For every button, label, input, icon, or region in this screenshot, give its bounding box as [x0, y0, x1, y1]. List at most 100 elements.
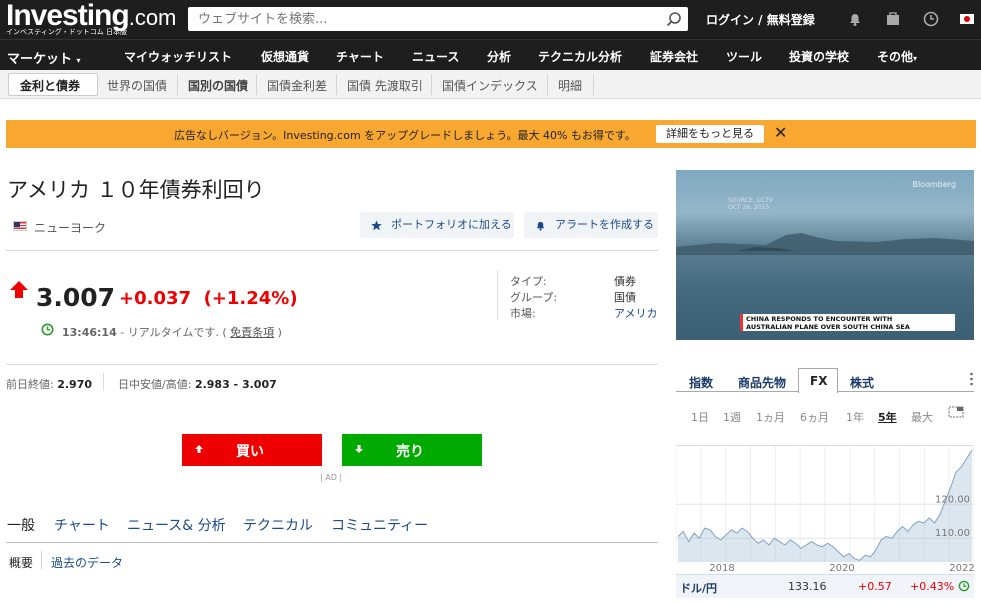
- nav-markets[interactable]: マーケット ▾: [7, 48, 81, 67]
- nav-tools[interactable]: ツール: [726, 48, 762, 65]
- close-icon[interactable]: ✕: [774, 123, 787, 142]
- divider: [6, 364, 658, 365]
- range-6m[interactable]: 6ヵ月: [800, 409, 829, 425]
- nav-analysis[interactable]: 分析: [487, 48, 511, 65]
- meta-market-link[interactable]: アメリカ: [614, 305, 657, 321]
- video-caption: CHINA RESPONDS TO ENCOUNTER WITH AUSTRALI…: [740, 314, 955, 331]
- divider: [6, 542, 658, 543]
- subnav-bond-indices[interactable]: 国債インデックス: [442, 77, 538, 94]
- video-player[interactable]: Bloomberg SOURCE: CCTV OCT 26, 2015 CHINA…: [676, 170, 974, 340]
- realtime-status: 13:46:14 - リアルタイムです. ( 免責条項 ): [62, 326, 282, 339]
- nav-brokers[interactable]: 証券会社: [650, 48, 698, 65]
- page-title: アメリカ １０年債券利回り: [7, 178, 265, 202]
- exchange-location: ニューヨーク: [34, 221, 107, 235]
- search-input[interactable]: [188, 7, 648, 31]
- divider: [177, 74, 178, 95]
- subnav-rates-bonds[interactable]: 金利と債券: [20, 77, 80, 94]
- fx-chart[interactable]: 110.00 120.00 2018 2020 2022: [676, 446, 974, 574]
- meta-market-label: 市場:: [510, 307, 536, 320]
- wtab-commodities[interactable]: 商品先物: [738, 374, 786, 391]
- divider: [6, 250, 658, 251]
- add-portfolio-button[interactable]: ポートフォリオに加える: [360, 212, 514, 238]
- range-1d[interactable]: 1日: [691, 409, 709, 425]
- subnav-world-bonds[interactable]: 世界の国債: [107, 77, 167, 94]
- subnav-bond-futures[interactable]: 国債 先渡取引: [347, 77, 423, 94]
- create-alert-button[interactable]: アラートを作成する: [524, 212, 658, 238]
- star-icon: [371, 220, 382, 231]
- x-tick-label: 2018: [709, 563, 734, 574]
- meta-group-label: グループ:: [510, 291, 558, 304]
- divider: [593, 74, 594, 95]
- range-1y[interactable]: 1年: [846, 409, 864, 425]
- divider: [336, 74, 337, 95]
- markets-widget-tabs: 指数 商品先物 FX 株式: [676, 366, 974, 393]
- bell-icon[interactable]: [846, 10, 864, 28]
- divider: [497, 270, 498, 320]
- more-options-icon[interactable]: [970, 372, 973, 386]
- last-price: 3.007: [36, 283, 116, 312]
- learn-more-button[interactable]: 詳細をもっと見る: [656, 125, 764, 143]
- ad-label: | AD |: [320, 473, 343, 482]
- portfolio-icon[interactable]: [884, 10, 902, 28]
- meta-group-value: 国債: [614, 291, 636, 304]
- quote-change-pct: +0.43%: [910, 580, 955, 593]
- subnav-details[interactable]: 明細: [558, 77, 582, 94]
- meta-type-value: 債券: [614, 275, 636, 288]
- range-1w[interactable]: 1週: [723, 409, 741, 425]
- search-icon[interactable]: [666, 11, 682, 27]
- price-stats: 前日終値: 2.970 日中安値/高値: 2.983 - 3.007: [6, 378, 277, 391]
- tab-technical[interactable]: テクニカル: [243, 515, 313, 535]
- fullscreen-icon[interactable]: [948, 406, 964, 418]
- clock-icon: [41, 323, 54, 336]
- buy-button[interactable]: 買い: [182, 434, 322, 466]
- tab-community[interactable]: コミュニティー: [331, 515, 428, 535]
- top-bar: Investing.com インベスティング・ドットコム 日本版 ログイン / …: [0, 0, 981, 39]
- tab-general[interactable]: 一般: [7, 515, 35, 535]
- sell-button[interactable]: 売り: [342, 434, 482, 466]
- search-box[interactable]: [188, 7, 688, 31]
- tab-chart[interactable]: チャート: [54, 515, 110, 535]
- clock-icon[interactable]: [922, 10, 940, 28]
- japan-flag-icon[interactable]: [960, 12, 974, 26]
- chevron-down-icon: ▾: [913, 54, 918, 63]
- quote-name[interactable]: ドル/円: [680, 580, 717, 596]
- login-link[interactable]: ログイン / 無料登録: [706, 11, 815, 28]
- fx-quote-row[interactable]: ドル/円 133.16 +0.57 +0.43%: [676, 574, 974, 598]
- divider: [103, 373, 104, 391]
- wtab-stocks[interactable]: 株式: [850, 374, 874, 391]
- main-nav: マーケット ▾ マイウォッチリスト 仮想通貨 チャート ニュース 分析 テクニカ…: [0, 39, 981, 70]
- video-frame: [676, 233, 974, 255]
- range-5y[interactable]: 5年: [878, 409, 897, 425]
- subtab-overview[interactable]: 概要: [9, 554, 33, 571]
- wtab-indices[interactable]: 指数: [689, 374, 713, 391]
- quote-change: +0.57: [858, 580, 892, 593]
- divider: [41, 551, 42, 569]
- disclaimer-link[interactable]: 免責条項: [230, 326, 274, 339]
- upgrade-banner: 広告なしバージョン。Investing.com をアップグレードしましょう。最大…: [6, 120, 976, 148]
- subtab-historical-data[interactable]: 過去のデータ: [51, 554, 123, 571]
- y-tick-label: 120.00: [935, 494, 970, 505]
- bloomberg-logo: Bloomberg: [912, 180, 956, 189]
- subnav-country-bonds[interactable]: 国別の国債: [188, 77, 248, 94]
- divider: [431, 74, 432, 95]
- range-1m[interactable]: 1ヵ月: [756, 409, 785, 425]
- arrow-down-icon: [355, 445, 363, 453]
- nav-technical[interactable]: テクニカル分析: [538, 48, 622, 65]
- x-tick-label: 2020: [829, 563, 854, 574]
- x-tick-label: 2022: [949, 563, 974, 574]
- tab-news-analysis[interactable]: ニュース& 分析: [127, 515, 226, 535]
- nav-watchlist[interactable]: マイウォッチリスト: [124, 48, 232, 65]
- clock-icon: [958, 580, 970, 592]
- us-flag-icon: [13, 221, 27, 231]
- wtab-fx[interactable]: FX: [810, 374, 827, 388]
- range-max[interactable]: 最大: [911, 409, 933, 425]
- subnav-bond-spreads[interactable]: 国債金利差: [267, 77, 327, 94]
- nav-news[interactable]: ニュース: [412, 48, 459, 65]
- arrow-up-icon: [10, 281, 28, 298]
- nav-more[interactable]: その他▾: [877, 48, 917, 65]
- nav-education[interactable]: 投資の学校: [789, 48, 849, 65]
- y-tick-label: 110.00: [935, 528, 970, 539]
- nav-chart[interactable]: チャート: [336, 48, 384, 65]
- nav-crypto[interactable]: 仮想通貨: [261, 48, 309, 65]
- quote-price: 133.16: [788, 580, 827, 593]
